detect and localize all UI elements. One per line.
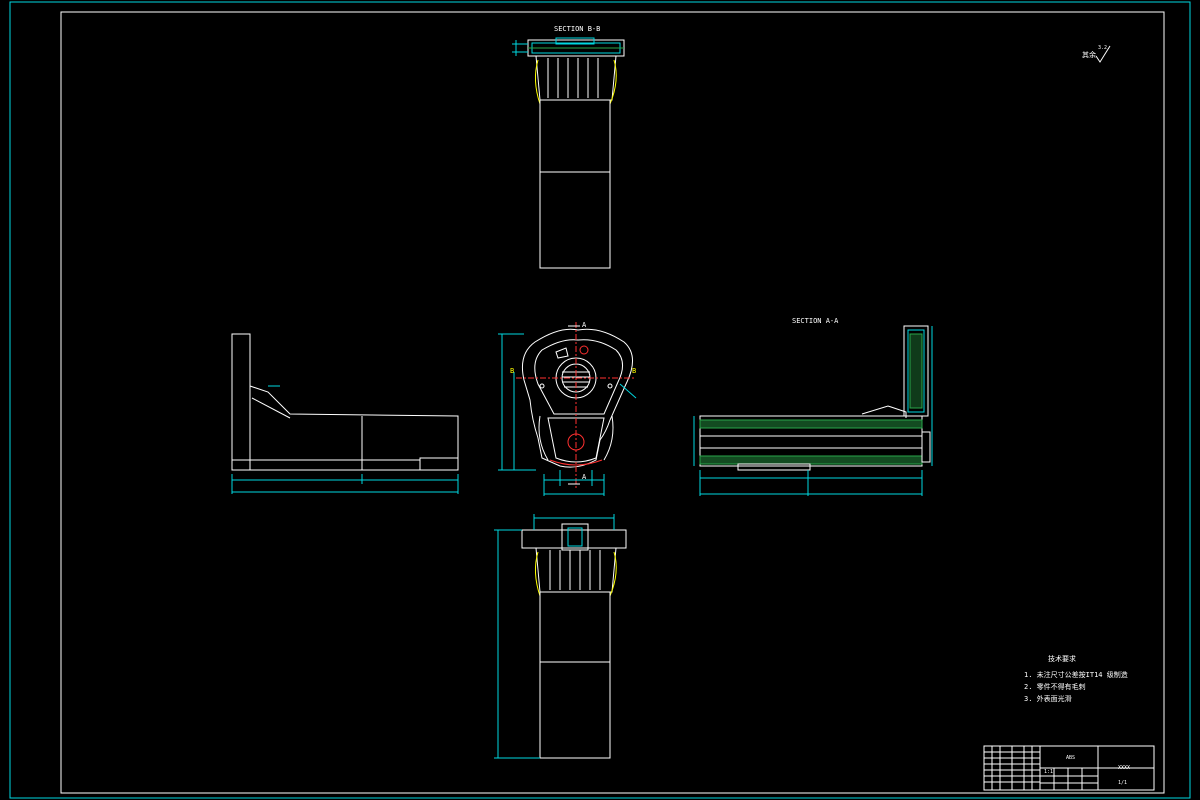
section-b-label: SECTION B-B bbox=[554, 25, 601, 33]
view-mark-a-bottom: A bbox=[582, 473, 587, 481]
top-section-view bbox=[512, 37, 625, 269]
outer-border bbox=[9, 1, 1191, 799]
surface-finish-prefix: 其余 bbox=[1082, 51, 1096, 59]
section-a-label: SECTION A-A bbox=[792, 317, 839, 325]
section-a-view bbox=[693, 325, 933, 496]
tech-note-item: 2. 零件不得有毛刺 bbox=[1024, 683, 1086, 691]
tech-note-item: 3. 外表面光滑 bbox=[1024, 695, 1072, 703]
title-block-scale: 1:1 bbox=[1044, 769, 1054, 775]
view-mark-a-top: A bbox=[582, 321, 587, 329]
front-view bbox=[498, 322, 637, 496]
inner-frame bbox=[60, 11, 1165, 794]
view-mark-b-right: B bbox=[632, 367, 637, 375]
bottom-view bbox=[494, 514, 627, 759]
view-mark-b-left: B bbox=[510, 367, 515, 375]
tech-note-item: 1. 未注尺寸公差按IT14 级制造 bbox=[1024, 671, 1128, 679]
title-block-drawing-no: XXXX bbox=[1118, 765, 1131, 771]
left-side-view bbox=[231, 333, 459, 494]
surface-finish-note: 其余 bbox=[1082, 52, 1096, 59]
surface-finish-value: 3.2 bbox=[1098, 45, 1108, 51]
title-block-material: ABS bbox=[1066, 755, 1076, 761]
cad-drawing-canvas bbox=[9, 1, 1191, 799]
tech-notes-title: 技术要求 bbox=[1048, 655, 1076, 663]
title-block-sheet: 1/1 bbox=[1118, 780, 1128, 786]
